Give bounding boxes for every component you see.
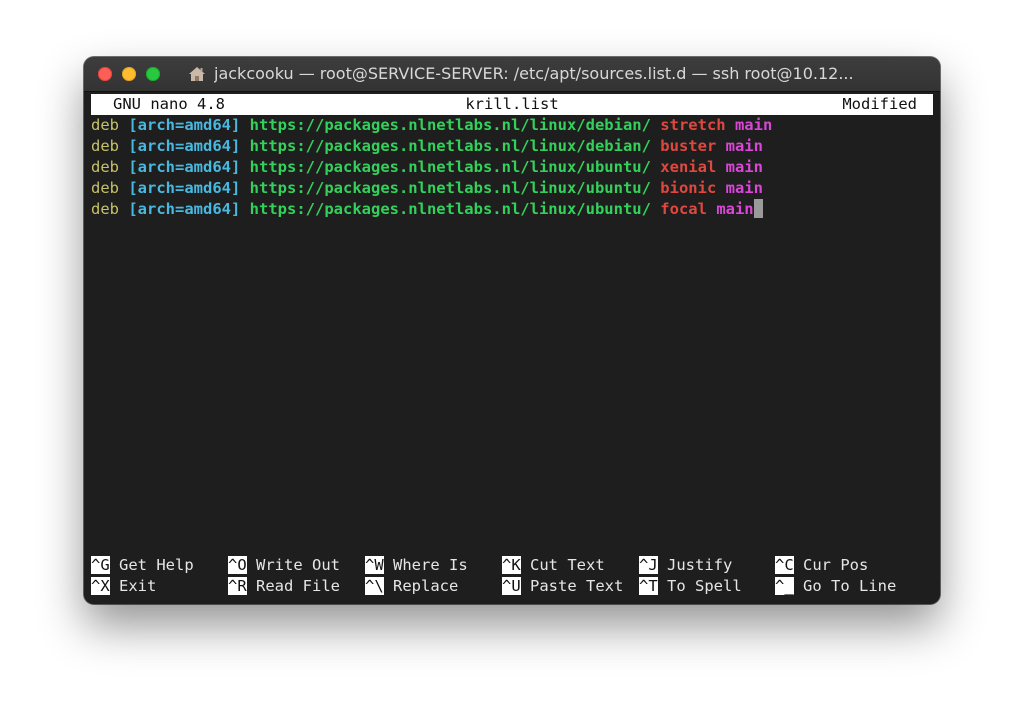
shortcut-key: ^_	[775, 577, 794, 595]
shortcut-key: ^C	[775, 556, 794, 574]
text-cursor	[753, 199, 763, 218]
source-uri: https://packages.nlnetlabs.nl/linux/ubun…	[249, 200, 651, 218]
source-line[interactable]: deb [arch=amd64] https://packages.nlnetl…	[91, 157, 772, 178]
title-bar[interactable]: jackcooku — root@SERVICE-SERVER: /etc/ap…	[84, 57, 940, 92]
shortcut-key: ^W	[365, 556, 384, 574]
shortcut-key: ^\	[365, 577, 384, 595]
shortcut-label: Read File	[256, 577, 341, 595]
source-suite: stretch	[660, 116, 726, 134]
source-type: deb	[91, 116, 119, 134]
source-suite: xenial	[660, 158, 717, 176]
zoom-button[interactable]	[146, 67, 160, 81]
source-line[interactable]: deb [arch=amd64] https://packages.nlnetl…	[91, 178, 772, 199]
shortcut-read-file[interactable]: ^R Read File	[228, 576, 340, 597]
source-type: deb	[91, 137, 119, 155]
shortcut-key: ^J	[639, 556, 658, 574]
shortcut-go-to-line[interactable]: ^_ Go To Line	[775, 576, 896, 597]
shortcut-justify[interactable]: ^J Justify	[639, 555, 732, 576]
shortcut-key: ^R	[228, 577, 247, 595]
shortcut-key: ^T	[639, 577, 658, 595]
shortcut-where-is[interactable]: ^W Where Is	[365, 555, 468, 576]
source-options: [arch=amd64]	[128, 116, 241, 134]
shortcut-label: Get Help	[119, 556, 194, 574]
source-component: main	[725, 179, 763, 197]
shortcut-label: Go To Line	[803, 577, 897, 595]
source-suite: buster	[660, 137, 717, 155]
source-component: main	[725, 158, 763, 176]
shortcut-exit[interactable]: ^X Exit	[91, 576, 156, 597]
shortcut-label: Cur Pos	[803, 556, 869, 574]
minimize-button[interactable]	[122, 67, 136, 81]
shortcut-label: To Spell	[667, 577, 742, 595]
shortcut-label: Replace	[393, 577, 459, 595]
shortcut-to-spell[interactable]: ^T To Spell	[639, 576, 742, 597]
source-options: [arch=amd64]	[128, 158, 241, 176]
source-suite: focal	[660, 200, 707, 218]
window-title: jackcooku — root@SERVICE-SERVER: /etc/ap…	[214, 64, 854, 83]
source-options: [arch=amd64]	[128, 137, 241, 155]
source-suite: bionic	[660, 179, 717, 197]
shortcut-label: Justify	[667, 556, 733, 574]
shortcut-key: ^X	[91, 577, 110, 595]
source-options: [arch=amd64]	[128, 179, 241, 197]
source-component: main	[725, 137, 763, 155]
source-uri: https://packages.nlnetlabs.nl/linux/ubun…	[249, 158, 651, 176]
source-component: main	[734, 116, 773, 134]
source-line[interactable]: deb [arch=amd64] https://packages.nlnetl…	[91, 199, 772, 220]
source-line[interactable]: deb [arch=amd64] https://packages.nlnetl…	[91, 136, 772, 157]
shortcut-cur-pos[interactable]: ^C Cur Pos	[775, 555, 868, 576]
shortcut-cut-text[interactable]: ^K Cut Text	[502, 555, 605, 576]
source-line[interactable]: deb [arch=amd64] https://packages.nlnetl…	[91, 115, 772, 136]
source-type: deb	[91, 200, 119, 218]
shortcut-key: ^U	[502, 577, 521, 595]
source-type: deb	[91, 158, 119, 176]
terminal-content[interactable]: krill.list GNU nano 4.8 Modified deb [ar…	[84, 92, 940, 604]
shortcut-paste-text[interactable]: ^U Paste Text	[502, 576, 623, 597]
shortcut-label: Exit	[119, 577, 157, 595]
nano-version: GNU nano 4.8	[113, 95, 225, 113]
shortcut-replace[interactable]: ^\ Replace	[365, 576, 458, 597]
source-type: deb	[91, 179, 119, 197]
shortcut-label: Write Out	[256, 556, 341, 574]
shortcut-row: ^G Get Help ^O Write Out ^W Where Is ^K …	[91, 555, 933, 576]
shortcut-row: ^X Exit ^R Read File ^\ Replace ^U Paste…	[91, 576, 933, 597]
shortcut-key: ^K	[502, 556, 521, 574]
shortcut-label: Where Is	[393, 556, 468, 574]
home-icon	[188, 65, 206, 83]
close-button[interactable]	[98, 67, 112, 81]
terminal-window: jackcooku — root@SERVICE-SERVER: /etc/ap…	[84, 57, 940, 604]
nano-status: Modified	[842, 95, 917, 113]
editor-buffer[interactable]: deb [arch=amd64] https://packages.nlnetl…	[91, 115, 772, 220]
source-uri: https://packages.nlnetlabs.nl/linux/ubun…	[249, 179, 651, 197]
source-component: main	[716, 200, 754, 218]
source-uri: https://packages.nlnetlabs.nl/linux/debi…	[249, 116, 651, 134]
shortcut-label: Paste Text	[530, 577, 624, 595]
shortcut-key: ^O	[228, 556, 247, 574]
shortcut-label: Cut Text	[530, 556, 605, 574]
source-uri: https://packages.nlnetlabs.nl/linux/debi…	[249, 137, 651, 155]
shortcut-key: ^G	[91, 556, 110, 574]
source-options: [arch=amd64]	[128, 200, 241, 218]
shortcut-write-out[interactable]: ^O Write Out	[228, 555, 340, 576]
nano-shortcut-bar: ^G Get Help ^O Write Out ^W Where Is ^K …	[91, 555, 933, 597]
shortcut-get-help[interactable]: ^G Get Help	[91, 555, 194, 576]
nano-header: krill.list GNU nano 4.8 Modified	[91, 94, 933, 115]
